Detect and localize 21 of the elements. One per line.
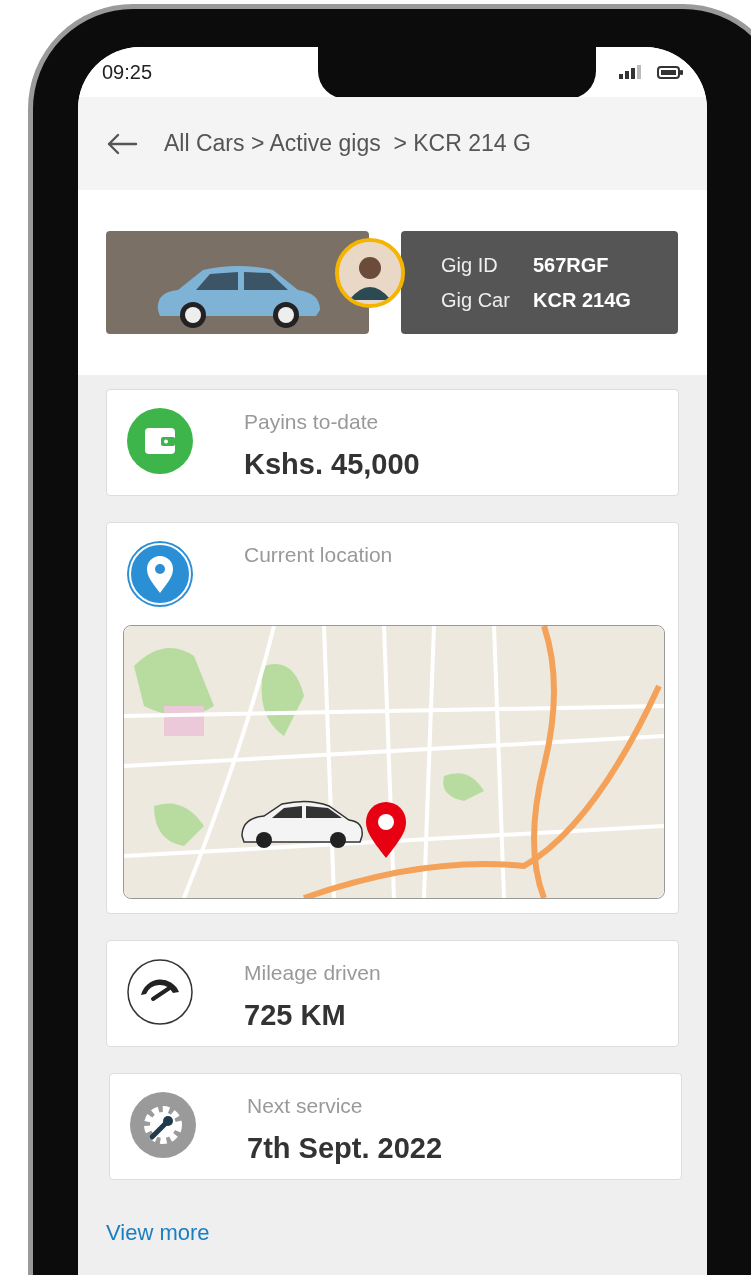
- back-arrow-icon[interactable]: [106, 132, 138, 155]
- location-pin-icon: [127, 541, 193, 607]
- signal-icon: [619, 65, 641, 79]
- info-label: Gig ID: [441, 253, 499, 277]
- status-time: 09:25: [102, 60, 153, 84]
- info-value: 567RGF: [533, 253, 609, 277]
- card-value: Kshs. 45,000: [244, 448, 420, 481]
- view-more-link[interactable]: View more: [106, 1220, 210, 1246]
- card-label: Payins to-date: [244, 410, 380, 434]
- info-value: KCR 214G: [533, 288, 631, 312]
- card-label: Next service: [247, 1094, 364, 1118]
- wallet-icon: [127, 408, 193, 474]
- breadcrumb: All Cars > Active gigs > KCR 214 G: [164, 130, 531, 157]
- card-value: 725 KM: [244, 999, 347, 1032]
- card-label: Mileage driven: [244, 961, 381, 985]
- card-label: Current location: [244, 543, 393, 567]
- speedometer-icon: [127, 959, 193, 1025]
- info-label: Gig Car: [441, 288, 511, 312]
- gear-wrench-icon: [130, 1092, 196, 1158]
- battery-icon: [657, 65, 683, 79]
- card-value: 7th Sept. 2022: [247, 1132, 443, 1165]
